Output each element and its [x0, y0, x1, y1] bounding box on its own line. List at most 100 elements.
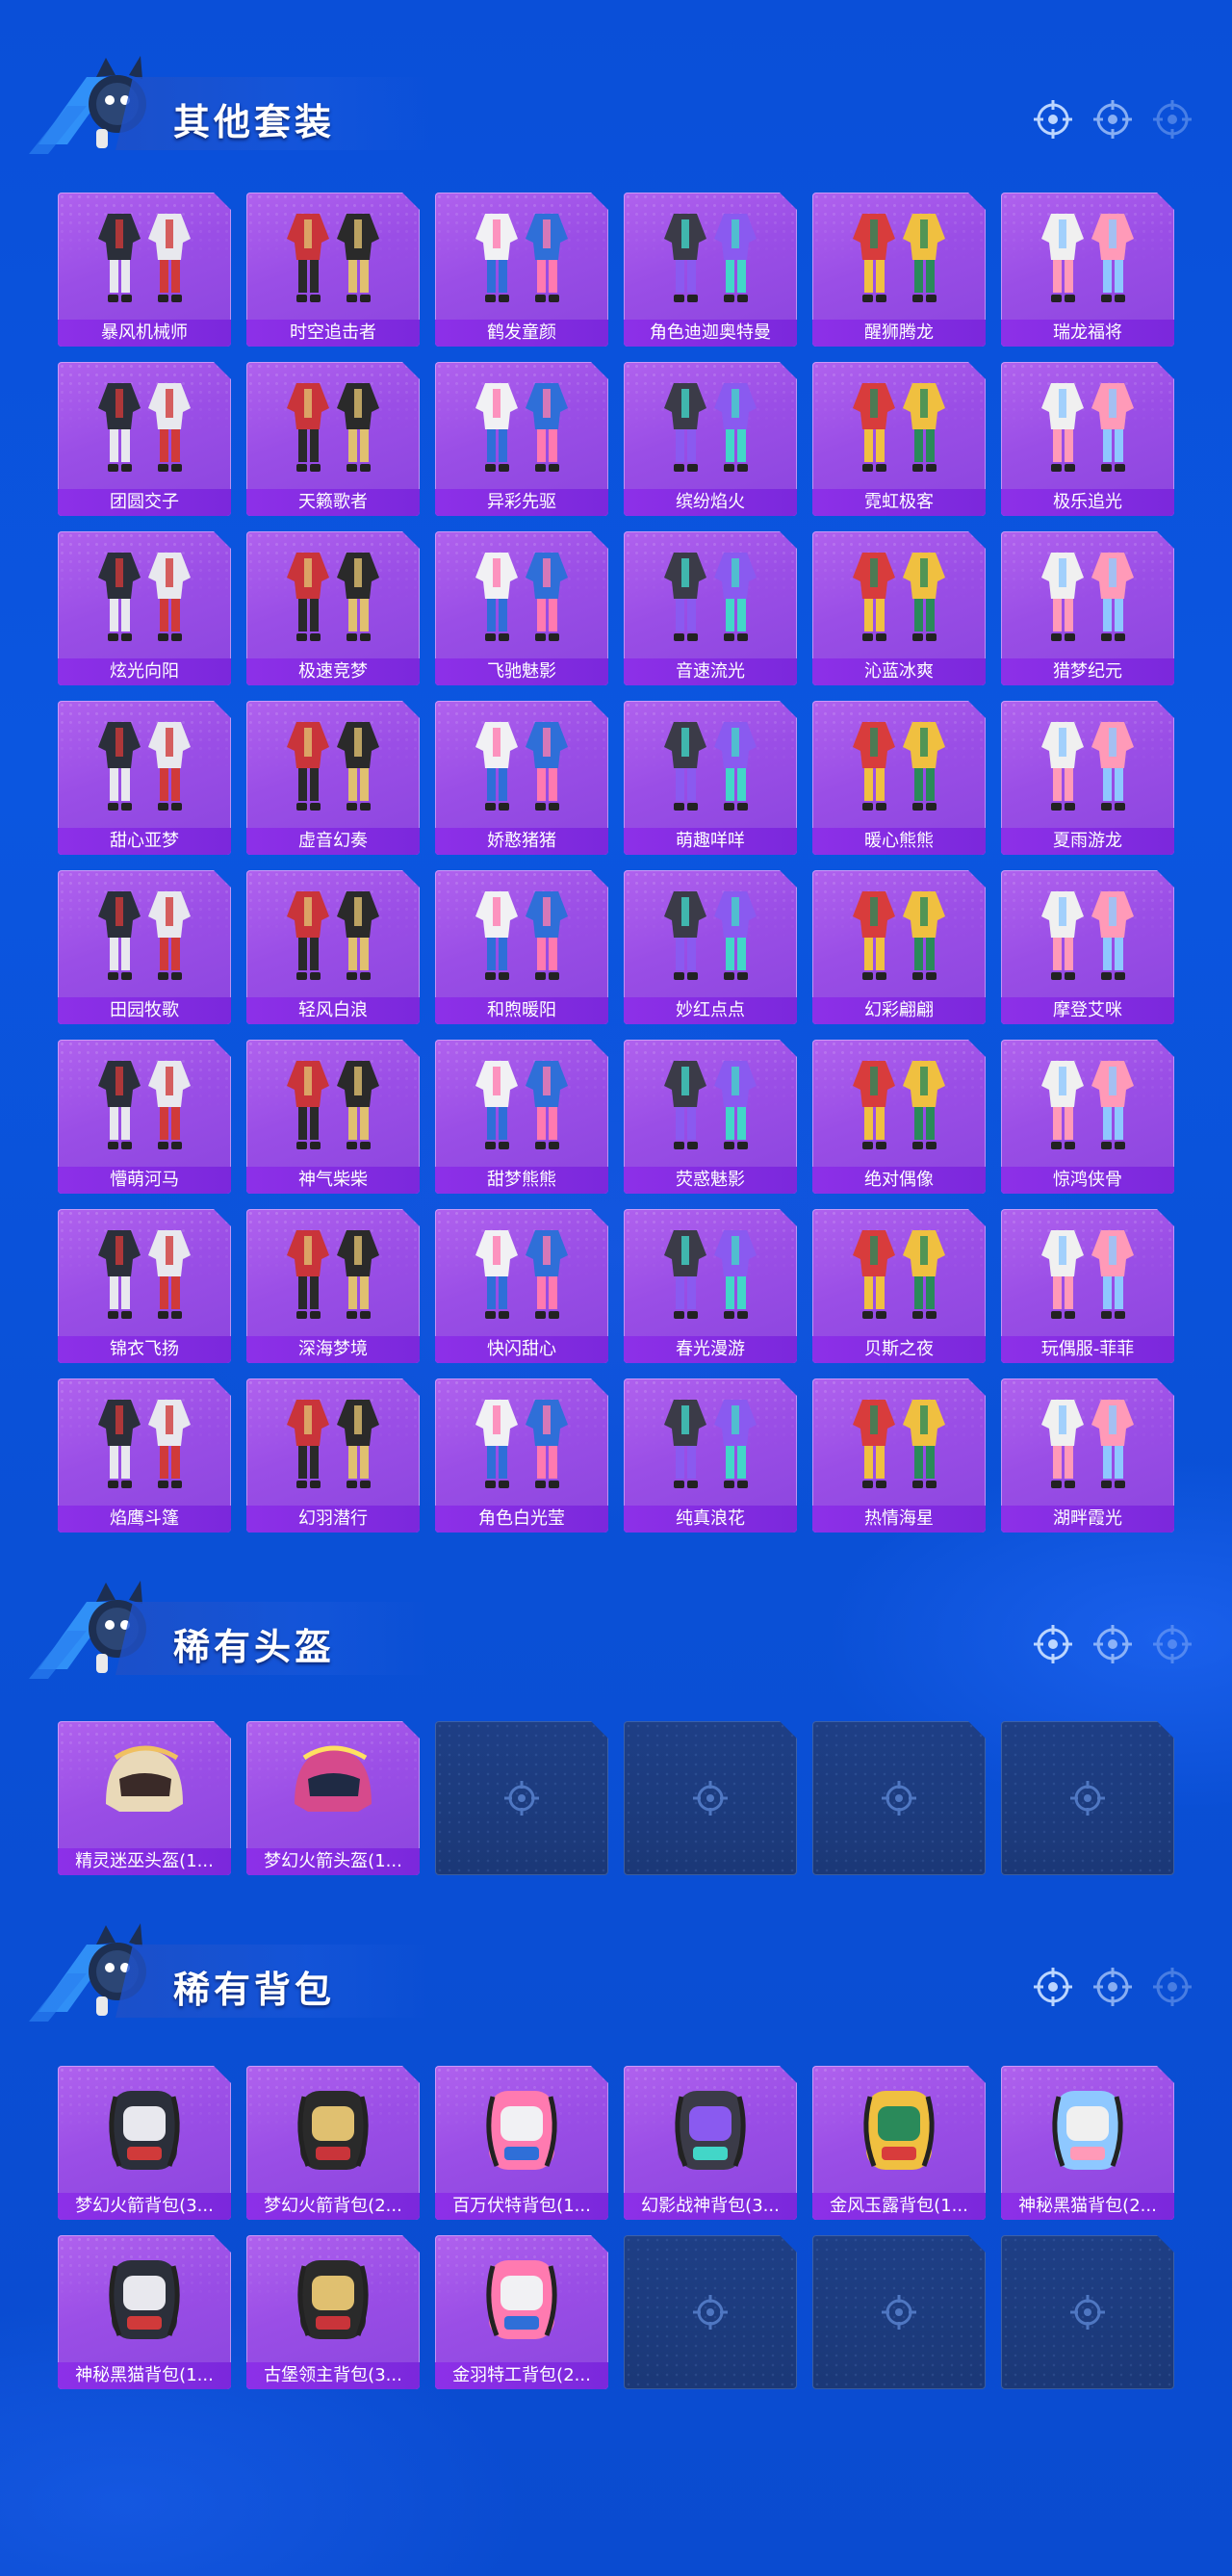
item-card[interactable]: 妙红点点: [624, 870, 797, 1024]
item-card[interactable]: 角色迪迦奥特曼: [624, 193, 797, 347]
item-card[interactable]: 沁蓝冰爽: [812, 531, 986, 685]
item-card[interactable]: 异彩先驱: [435, 362, 608, 516]
item-name: 纯真浪花: [624, 1506, 797, 1533]
item-card[interactable]: 轻风白浪: [246, 870, 420, 1024]
item-name: 古堡领主背包(3...: [246, 2362, 420, 2389]
item-card[interactable]: 瑞龙福将: [1001, 193, 1174, 347]
item-card[interactable]: 玩偶服-菲菲: [1001, 1209, 1174, 1363]
item-name: 梦幻火箭背包(2...: [246, 2193, 420, 2220]
item-card[interactable]: 音速流光: [624, 531, 797, 685]
item-card[interactable]: 夏雨游龙: [1001, 701, 1174, 855]
item-grid: 暴风机械师 时空追击者 鹤发童颜 角色迪迦奥特曼 醒狮腾龙 瑞龙福将团圆交子 天籁歌者 异彩先…: [58, 193, 1174, 1533]
item-card[interactable]: 惊鸿侠骨: [1001, 1040, 1174, 1194]
item-name: 梦幻火箭背包(3...: [58, 2193, 231, 2220]
empty-slot: [435, 1721, 608, 1875]
item-card[interactable]: 锦衣飞扬: [58, 1209, 231, 1363]
item-card[interactable]: 贝斯之夜: [812, 1209, 986, 1363]
item-card[interactable]: 神秘黑猫背包(2...: [1001, 2066, 1174, 2220]
item-card[interactable]: 暴风机械师: [58, 193, 231, 347]
item-card[interactable]: 鹤发童颜: [435, 193, 608, 347]
outfit-image: [266, 878, 400, 992]
item-card[interactable]: 时空追击者: [246, 193, 420, 347]
item-card[interactable]: 快闪甜心: [435, 1209, 608, 1363]
backpack-image: [77, 2074, 212, 2187]
item-card[interactable]: 角色白光莹: [435, 1378, 608, 1533]
item-name: 湖畔霞光: [1001, 1506, 1174, 1533]
item-card[interactable]: 金羽特工背包(2...: [435, 2235, 608, 2389]
item-card[interactable]: 懵萌河马: [58, 1040, 231, 1194]
outfit-image: [832, 200, 966, 314]
outfit-image: [643, 370, 778, 483]
empty-slot: [624, 2235, 797, 2389]
item-card[interactable]: 天籁歌者: [246, 362, 420, 516]
item-name: 贝斯之夜: [812, 1336, 986, 1363]
item-card[interactable]: 湖畔霞光: [1001, 1378, 1174, 1533]
item-card[interactable]: 虚音幻奏: [246, 701, 420, 855]
outfit-image: [77, 539, 212, 653]
item-card[interactable]: 霓虹极客: [812, 362, 986, 516]
item-name: 梦幻火箭头盔(1...: [246, 1848, 420, 1875]
item-card[interactable]: 团圆交子: [58, 362, 231, 516]
item-card[interactable]: 幻羽潜行: [246, 1378, 420, 1533]
outfit-image: [1020, 200, 1155, 314]
item-card[interactable]: 春光漫游: [624, 1209, 797, 1363]
backpack-image: [266, 2074, 400, 2187]
item-card[interactable]: 飞驰魅影: [435, 531, 608, 685]
outfit-image: [266, 1217, 400, 1330]
item-card[interactable]: 极速竞梦: [246, 531, 420, 685]
outfit-image: [1020, 1047, 1155, 1161]
item-card[interactable]: 萌趣咩咩: [624, 701, 797, 855]
item-card[interactable]: 精灵迷巫头盔(1...: [58, 1721, 231, 1875]
item-card[interactable]: 纯真浪花: [624, 1378, 797, 1533]
outfit-image: [266, 1047, 400, 1161]
item-card[interactable]: 热情海星: [812, 1378, 986, 1533]
item-card[interactable]: 缤纷焰火: [624, 362, 797, 516]
item-card[interactable]: 摩登艾咪: [1001, 870, 1174, 1024]
item-name: 和煦暖阳: [435, 997, 608, 1024]
crosshair-icon: [1093, 100, 1132, 139]
item-name: 时空追击者: [246, 320, 420, 347]
item-name: 快闪甜心: [435, 1336, 608, 1363]
item-card[interactable]: 田园牧歌: [58, 870, 231, 1024]
crosshair-icon: [1153, 1625, 1192, 1663]
section-title: 其他套装: [173, 101, 336, 143]
item-card[interactable]: 神气柴柴: [246, 1040, 420, 1194]
outfit-image: [77, 1217, 212, 1330]
item-card[interactable]: 幻影战神背包(3...: [624, 2066, 797, 2220]
item-name: 深海梦境: [246, 1336, 420, 1363]
item-name: 缤纷焰火: [624, 489, 797, 516]
item-name: 娇憨猪猪: [435, 828, 608, 855]
item-card[interactable]: 金风玉露背包(1...: [812, 2066, 986, 2220]
item-card[interactable]: 猎梦纪元: [1001, 531, 1174, 685]
item-card[interactable]: 神秘黑猫背包(1...: [58, 2235, 231, 2389]
outfit-image: [454, 1047, 589, 1161]
item-card[interactable]: 古堡领主背包(3...: [246, 2235, 420, 2389]
item-card[interactable]: 梦幻火箭背包(2...: [246, 2066, 420, 2220]
section-title: 稀有头盔: [173, 1626, 336, 1668]
item-card[interactable]: 暖心熊熊: [812, 701, 986, 855]
item-card[interactable]: 梦幻火箭背包(3...: [58, 2066, 231, 2220]
item-card[interactable]: 百万伏特背包(1...: [435, 2066, 608, 2220]
item-card[interactable]: 深海梦境: [246, 1209, 420, 1363]
helmet-image: [77, 1729, 212, 1842]
item-card[interactable]: 绝对偶像: [812, 1040, 986, 1194]
item-card[interactable]: 甜梦熊熊: [435, 1040, 608, 1194]
item-card[interactable]: 焰鹰斗篷: [58, 1378, 231, 1533]
item-card[interactable]: 梦幻火箭头盔(1...: [246, 1721, 420, 1875]
outfit-image: [1020, 1386, 1155, 1500]
outfit-image: [1020, 1217, 1155, 1330]
item-card[interactable]: 娇憨猪猪: [435, 701, 608, 855]
item-name: 轻风白浪: [246, 997, 420, 1024]
item-card[interactable]: 和煦暖阳: [435, 870, 608, 1024]
item-card[interactable]: 幻彩翩翩: [812, 870, 986, 1024]
item-name: 飞驰魅影: [435, 658, 608, 685]
item-name: 虚音幻奏: [246, 828, 420, 855]
item-card[interactable]: 甜心亚梦: [58, 701, 231, 855]
item-card[interactable]: 荧惑魅影: [624, 1040, 797, 1194]
item-card[interactable]: 极乐追光: [1001, 362, 1174, 516]
crosshair-icon: [1034, 1625, 1072, 1663]
helmet-image: [266, 1729, 400, 1842]
item-card[interactable]: 炫光向阳: [58, 531, 231, 685]
item-name: 田园牧歌: [58, 997, 231, 1024]
item-card[interactable]: 醒狮腾龙: [812, 193, 986, 347]
